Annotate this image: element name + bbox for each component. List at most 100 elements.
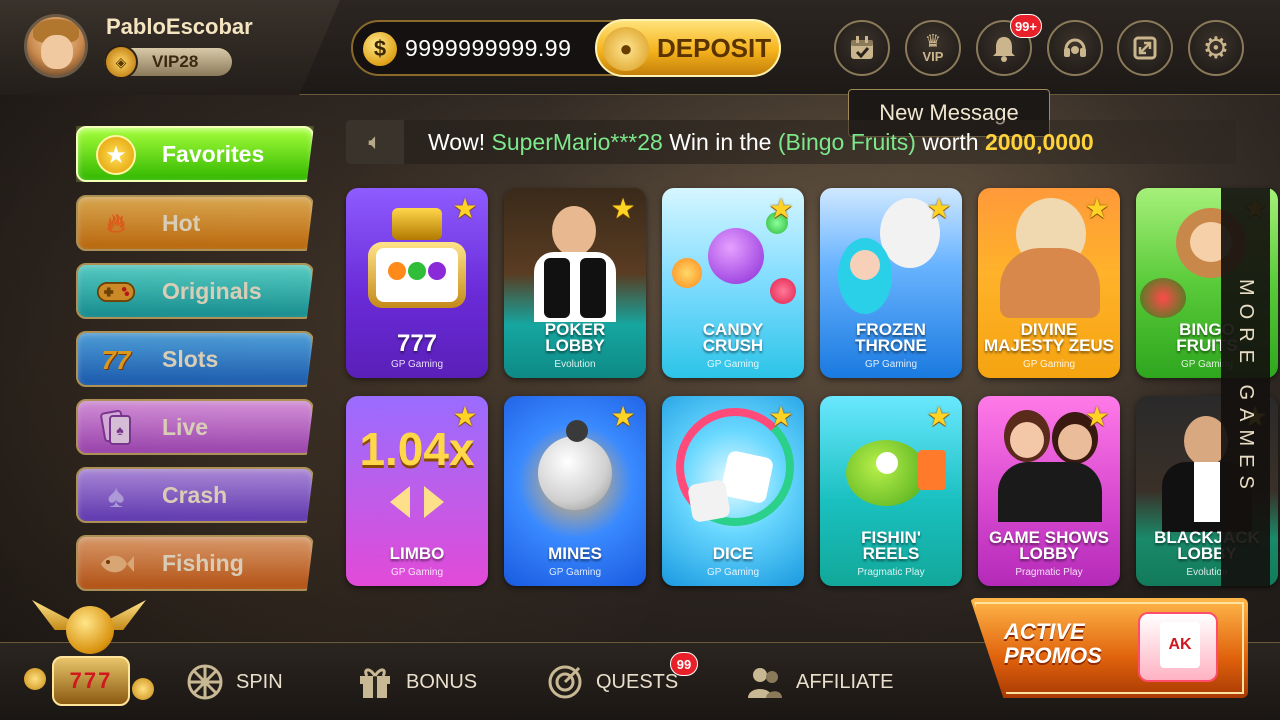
game-provider: GP Gaming xyxy=(1022,359,1076,370)
game-tile-fishin-reels[interactable]: ★ FISHIN' REELS Pragmatic Play xyxy=(820,396,962,586)
game-provider: GP Gaming xyxy=(706,359,760,370)
support-button[interactable] xyxy=(1047,20,1103,76)
nav-spin[interactable]: SPIN xyxy=(186,660,283,704)
favorite-star-icon[interactable]: ★ xyxy=(924,194,954,224)
nav-affiliate[interactable]: AFFILIATE xyxy=(746,660,893,704)
notifications-button[interactable]: 99+ xyxy=(976,14,1042,76)
game-name: FROZEN THRONE xyxy=(855,320,927,355)
game-name: CANDY CRUSH xyxy=(702,320,764,355)
game-tile-poker-lobby[interactable]: ★ POKER LOBBY Evolution xyxy=(504,188,646,378)
top-bar: PabloEscobar ◈ VIP28 $ 9999999999.99 ● D… xyxy=(0,0,1280,95)
game-tile-mines[interactable]: ★ MINES GP Gaming xyxy=(504,396,646,586)
favorite-star-icon[interactable]: ★ xyxy=(766,402,796,432)
category-label: Crash xyxy=(162,481,228,508)
favorite-star-icon[interactable]: ★ xyxy=(1082,402,1112,432)
vip-button-label: VIP xyxy=(922,48,944,64)
nav-quests[interactable]: QUESTS 99 xyxy=(546,652,698,704)
balance-value: 9999999999.99 xyxy=(405,35,572,61)
promos-line2: PROMOS xyxy=(1004,643,1102,668)
category-label: Hot xyxy=(162,209,201,236)
calendar-button[interactable] xyxy=(834,20,890,76)
ticker-mid: Win in the xyxy=(669,128,772,155)
fullscreen-button[interactable] xyxy=(1117,20,1173,76)
wheel-icon xyxy=(186,663,224,701)
category-originals[interactable]: Originals xyxy=(76,263,314,319)
favorite-star-icon[interactable]: ★ xyxy=(450,402,480,432)
game-provider: Evolution xyxy=(554,359,596,370)
vip-crown-icon: ♛ xyxy=(924,30,942,51)
notification-count-badge: 99+ xyxy=(1009,14,1042,38)
category-label: Live xyxy=(162,413,209,440)
nav-bonus-label: BONUS xyxy=(406,670,478,693)
ticker-message: Wow! SuperMario***28 Win in the (Bingo F… xyxy=(404,129,1094,156)
gift-icon xyxy=(356,663,394,701)
game-name: DIVINE MAJESTY ZEUS xyxy=(983,320,1115,355)
flame-icon: 🔥︎ xyxy=(106,208,126,238)
category-crash[interactable]: ♠ Crash xyxy=(76,467,314,523)
favorite-star-icon[interactable]: ★ xyxy=(608,194,638,224)
more-games-button[interactable]: MORE GAMES xyxy=(1221,188,1270,588)
nav-affiliate-label: AFFILIATE xyxy=(796,670,894,693)
promos-title: ACTIVE PROMOS xyxy=(1004,620,1102,668)
ticker-amount: 2000,0000 xyxy=(984,128,1094,155)
gold-ball-icon xyxy=(66,606,114,654)
game-name: FISHIN' REELS xyxy=(861,528,921,563)
star-icon: ★ xyxy=(96,135,136,175)
game-tile-candy-crush[interactable]: ★ CANDY CRUSH GP Gaming xyxy=(662,188,804,378)
favorite-star-icon[interactable]: ★ xyxy=(1082,194,1112,224)
favorite-star-icon[interactable]: ★ xyxy=(608,402,638,432)
users-icon xyxy=(746,663,784,701)
slot-machine-icon: 777 xyxy=(52,656,130,706)
category-label: Slots xyxy=(162,345,219,372)
category-fishing[interactable]: Fishing xyxy=(76,535,314,591)
nav-spin-label: SPIN xyxy=(236,670,283,693)
seven-seven-icon: 77 xyxy=(101,344,131,375)
favorite-star-icon[interactable]: ★ xyxy=(766,194,796,224)
piggy-bank-icon: ● xyxy=(603,27,649,71)
settings-button[interactable]: ⚙ xyxy=(1188,20,1244,76)
vip-button[interactable]: ♛ VIP xyxy=(905,20,961,76)
category-slots[interactable]: 77 Slots xyxy=(76,331,314,387)
category-label: Fishing xyxy=(162,549,244,576)
game-name: GAME SHOWS LOBBY xyxy=(989,528,1109,563)
deposit-label: DEPOSIT xyxy=(657,32,772,63)
win-ticker: 🔈︎ Wow! SuperMario***28 Win in the (Bing… xyxy=(346,120,1236,164)
cards-icon: ♠ xyxy=(96,409,136,447)
game-tile-777[interactable]: ★ 777 GP Gaming xyxy=(346,188,488,378)
svg-text:♠: ♠ xyxy=(116,422,124,438)
fish-icon xyxy=(96,545,136,583)
fullscreen-icon xyxy=(1133,36,1157,60)
category-hot[interactable]: 🔥︎ Hot xyxy=(76,195,314,251)
category-live[interactable]: ♠ Live xyxy=(76,399,314,455)
game-name: MINES xyxy=(548,544,602,563)
avatar[interactable] xyxy=(24,14,88,78)
game-tile-limbo[interactable]: 1.04x ★ LIMBO GP Gaming xyxy=(346,396,488,586)
nav-bonus[interactable]: BONUS xyxy=(356,660,477,704)
game-name: POKER LOBBY xyxy=(544,320,606,355)
jackpot-slot-button[interactable]: 777 xyxy=(24,598,154,716)
active-promos-banner[interactable]: ACTIVE PROMOS AK xyxy=(970,598,1248,698)
game-tile-divine-majesty-zeus[interactable]: ★ DIVINE MAJESTY ZEUS GP Gaming xyxy=(978,188,1120,378)
category-favorites[interactable]: ★ Favorites xyxy=(76,126,314,182)
favorite-star-icon[interactable]: ★ xyxy=(924,402,954,432)
more-games-label: MORE GAMES xyxy=(1235,279,1257,497)
dollar-coin-icon: $ xyxy=(363,32,397,66)
game-tile-dice[interactable]: ★ DICE GP Gaming xyxy=(662,396,804,586)
username: PabloEscobar xyxy=(106,14,253,39)
game-tile-game-shows-lobby[interactable]: ★ GAME SHOWS LOBBY Pragmatic Play xyxy=(978,396,1120,586)
support-headset-icon xyxy=(1064,38,1086,57)
coin-icon xyxy=(24,668,46,690)
vip-level-icon: ◈ xyxy=(104,45,138,79)
favorite-star-icon[interactable]: ★ xyxy=(450,194,480,224)
gamepad-icon xyxy=(96,273,136,311)
nav-quests-label: QUESTS xyxy=(596,670,679,693)
deposit-button[interactable]: ● DEPOSIT xyxy=(595,19,781,77)
ticker-worth: worth xyxy=(922,128,979,155)
target-icon xyxy=(546,663,584,701)
avatar-face xyxy=(41,35,73,69)
speaker-icon[interactable]: 🔈︎ xyxy=(346,120,404,164)
vip-badge[interactable]: ◈ VIP28 xyxy=(104,45,232,79)
ticker-prefix: Wow! xyxy=(428,128,486,155)
coin-icon xyxy=(132,678,154,700)
game-tile-frozen-throne[interactable]: ★ FROZEN THRONE GP Gaming xyxy=(820,188,962,378)
